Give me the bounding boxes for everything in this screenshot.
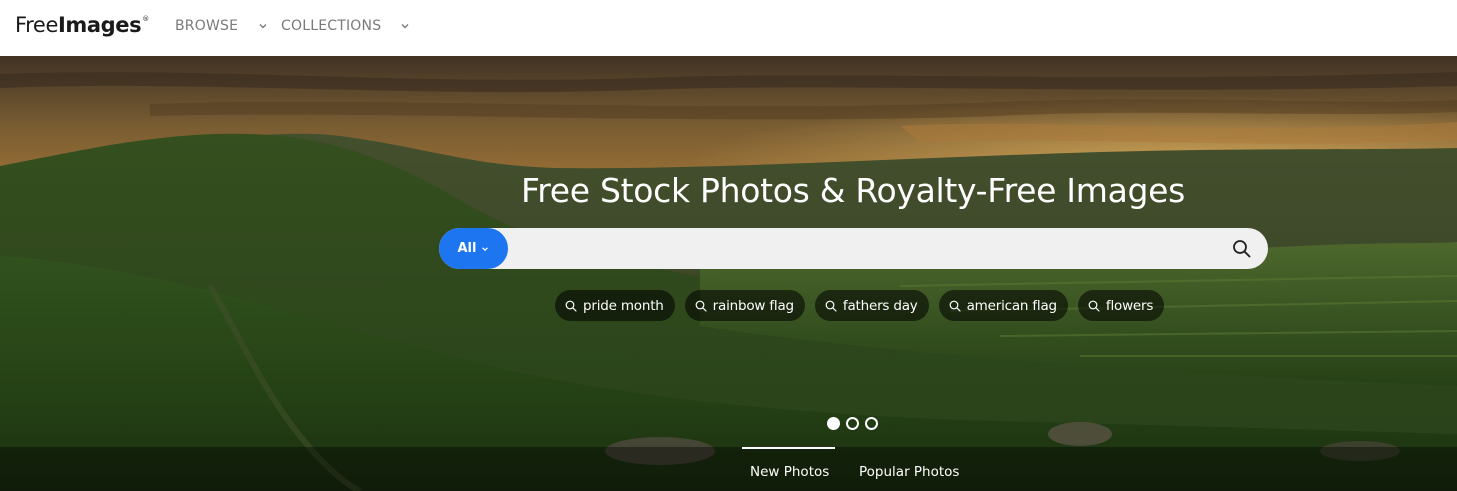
nav-browse-menu[interactable]: BROWSE (175, 18, 268, 34)
active-tab-indicator (742, 447, 835, 449)
search-icon[interactable] (1232, 239, 1252, 259)
search-icon (565, 300, 577, 312)
search-icon (949, 300, 961, 312)
nav-browse-label: BROWSE (175, 18, 239, 34)
suggestion-label: flowers (1105, 297, 1154, 314)
chevron-down-icon (401, 24, 409, 29)
carousel-indicators (827, 417, 878, 430)
search-icon (825, 300, 837, 312)
nav-collections-menu[interactable]: COLLECTIONS (281, 18, 410, 34)
carousel-dot-3[interactable] (865, 417, 878, 430)
freeimages-logo[interactable]: Free Images ® (15, 13, 149, 37)
logo-text-bold: Images (57, 13, 142, 37)
nav-collections-label: COLLECTIONS (281, 18, 382, 34)
carousel-dot-2[interactable] (846, 417, 859, 430)
search-icon (1088, 300, 1100, 312)
tab-popular-photos[interactable]: Popular Photos (859, 464, 959, 480)
photo-tabs: New Photos Popular Photos (0, 447, 1457, 491)
suggestion-chip-american-flag[interactable]: american flag (938, 290, 1068, 321)
search-input[interactable] (519, 236, 1219, 261)
search-scope-dropdown[interactable]: All (439, 228, 508, 269)
suggestion-label: american flag (966, 297, 1058, 314)
top-navbar: Free Images ® BROWSE COLLECTIONS (0, 0, 1457, 56)
suggestion-chip-fathers-day[interactable]: fathers day (814, 290, 929, 321)
suggestion-label: pride month (583, 297, 664, 314)
chevron-down-icon (482, 246, 489, 251)
logo-text-light: Free (15, 13, 58, 37)
search-suggestions: pride month rainbow flag fathers day ame… (555, 290, 1165, 321)
tab-new-photos[interactable]: New Photos (750, 464, 829, 480)
search-bar: All (439, 228, 1268, 269)
suggestion-chip-pride-month[interactable]: pride month (555, 290, 675, 321)
chevron-down-icon (259, 24, 267, 29)
suggestion-label: fathers day (842, 297, 918, 314)
suggestion-chip-rainbow-flag[interactable]: rainbow flag (684, 290, 805, 321)
hero-overlay (0, 56, 1457, 491)
search-icon (695, 300, 707, 312)
search-scope-label: All (457, 241, 477, 256)
suggestion-chip-flowers[interactable]: flowers (1077, 290, 1165, 321)
suggestion-label: rainbow flag (712, 297, 794, 314)
carousel-dot-1[interactable] (827, 417, 840, 430)
hero-banner: Free Stock Photos & Royalty-Free Images … (0, 56, 1457, 491)
logo-registered-mark: ® (142, 15, 149, 23)
hero-title: Free Stock Photos & Royalty-Free Images (520, 171, 1186, 210)
